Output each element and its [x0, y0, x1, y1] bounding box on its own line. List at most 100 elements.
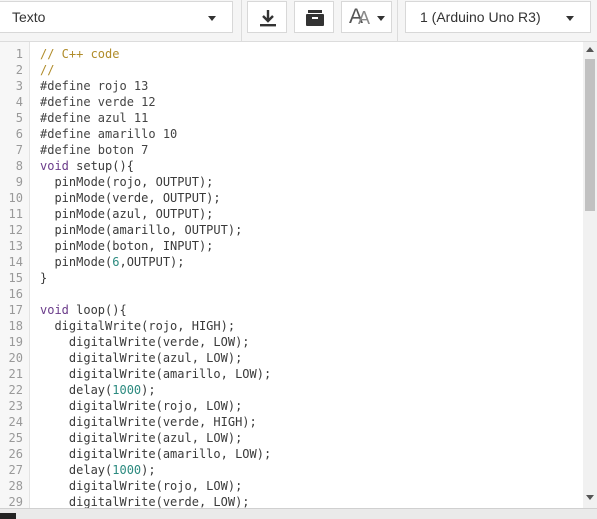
code-mode-select-value: Texto [12, 9, 46, 25]
code-line[interactable]: digitalWrite(amarillo, LOW); [40, 366, 271, 382]
code-line[interactable]: #define amarillo 10 [40, 126, 177, 142]
line-number: 25 [8, 431, 23, 445]
line-number: 11 [8, 207, 23, 221]
code-line[interactable]: digitalWrite(rojo, LOW); [40, 478, 242, 494]
code-line[interactable]: void loop(){ [40, 302, 127, 318]
code-line[interactable]: pinMode(amarillo, OUTPUT); [40, 222, 242, 238]
code-line[interactable]: #define azul 11 [40, 110, 148, 126]
code-token: // [40, 63, 55, 77]
download-button[interactable] [247, 1, 287, 33]
line-number: 19 [8, 335, 23, 349]
line-number: 16 [8, 287, 23, 301]
code-line[interactable]: pinMode(verde, OUTPUT); [40, 190, 221, 206]
line-number: 28 [8, 479, 23, 493]
code-token: pinMode(boton, INPUT); [40, 239, 214, 253]
code-token: digitalWrite(verde, LOW); [40, 335, 250, 349]
line-number: 8 [15, 159, 23, 173]
code-token: pinMode(rojo, OUTPUT); [40, 175, 214, 189]
line-number: 9 [15, 175, 23, 189]
code-line[interactable]: // [40, 62, 54, 78]
chevron-down-icon [566, 16, 574, 21]
code-token: delay( [40, 463, 113, 477]
code-token: #define rojo 13 [40, 79, 149, 93]
line-number: 7 [15, 143, 23, 157]
line-number: 26 [8, 447, 23, 461]
code-line[interactable]: digitalWrite(verde, LOW); [40, 494, 250, 508]
code-token: void [40, 159, 69, 173]
code-mode-select[interactable]: Texto [0, 1, 233, 33]
line-number: 1 [15, 47, 23, 61]
code-token: #define amarillo 10 [40, 127, 178, 141]
code-line[interactable]: digitalWrite(azul, LOW); [40, 430, 242, 446]
library-button[interactable] [294, 1, 334, 33]
line-number: 20 [8, 351, 23, 365]
line-number: 10 [8, 191, 23, 205]
code-token: ); [141, 463, 156, 477]
code-line[interactable]: pinMode(rojo, OUTPUT); [40, 174, 213, 190]
code-token: setup(){ [68, 159, 134, 173]
line-number: 22 [8, 383, 23, 397]
code-token: #define azul 11 [40, 111, 149, 125]
code-line[interactable]: digitalWrite(rojo, HIGH); [40, 318, 235, 334]
code-line[interactable]: delay(1000); [40, 382, 156, 398]
line-number: 18 [8, 319, 23, 333]
code-token: digitalWrite(rojo, LOW); [40, 399, 243, 413]
code-line[interactable]: digitalWrite(verde, HIGH); [40, 414, 257, 430]
code-token: digitalWrite(amarillo, LOW); [40, 447, 272, 461]
code-line[interactable]: digitalWrite(amarillo, LOW); [40, 446, 271, 462]
toolbar-divider [241, 0, 242, 41]
code-line[interactable]: #define boton 7 [40, 142, 148, 158]
scroll-down-icon[interactable] [586, 495, 594, 500]
code-token: digitalWrite(amarillo, LOW); [40, 367, 272, 381]
line-number: 29 [8, 495, 23, 508]
device-select-value: 1 (Arduino Uno R3) [420, 9, 541, 25]
vertical-scrollbar[interactable] [583, 42, 597, 508]
download-icon [260, 10, 276, 27]
chevron-down-icon [208, 16, 216, 21]
scroll-up-icon[interactable] [586, 47, 594, 52]
code-line[interactable]: #define verde 12 [40, 94, 156, 110]
code-editor[interactable]: 1 2 3 4 5 6 7 8 9 10 11 12 13 14 15 16 17 18 19 20 21 22 23 24 2… [0, 42, 597, 508]
line-number: 13 [8, 239, 23, 253]
line-number: 4 [15, 95, 23, 109]
line-number: 24 [8, 415, 23, 429]
code-token: pinMode(verde, OUTPUT); [40, 191, 221, 205]
line-number: 27 [8, 463, 23, 477]
code-token: ,OUTPUT); [119, 255, 185, 269]
code-token: digitalWrite(azul, LOW); [40, 431, 243, 445]
code-token: loop(){ [68, 303, 127, 317]
code-token: digitalWrite(azul, LOW); [40, 351, 243, 365]
line-number: 12 [8, 223, 23, 237]
code-line[interactable]: void setup(){ [40, 158, 134, 174]
chevron-down-icon [377, 16, 385, 21]
code-token: 1000 [112, 463, 142, 477]
scrollbar-thumb[interactable] [585, 59, 595, 211]
serial-monitor-icon [0, 513, 16, 519]
code-line[interactable]: pinMode(boton, INPUT); [40, 238, 213, 254]
code-token: delay( [40, 383, 113, 397]
line-number: 23 [8, 399, 23, 413]
code-line[interactable]: pinMode(azul, OUTPUT); [40, 206, 213, 222]
line-number: 2 [15, 63, 23, 77]
code-token: digitalWrite(verde, HIGH); [40, 415, 257, 429]
code-token: digitalWrite(verde, LOW); [40, 495, 250, 508]
serial-monitor-bar[interactable] [0, 508, 597, 519]
line-number: 21 [8, 367, 23, 381]
code-line[interactable]: } [40, 270, 47, 286]
code-line[interactable]: pinMode(6,OUTPUT); [40, 254, 185, 270]
line-number: 17 [8, 303, 23, 317]
font-size-icon-small: A [358, 8, 371, 28]
font-size-button[interactable]: A A [341, 1, 392, 33]
device-select[interactable]: 1 (Arduino Uno R3) [405, 1, 591, 33]
code-token: } [40, 271, 48, 285]
code-line[interactable]: // C++ code [40, 46, 119, 62]
line-number: 3 [15, 79, 23, 93]
line-number: 5 [15, 111, 23, 125]
code-line[interactable]: #define rojo 13 [40, 78, 148, 94]
toolbar-divider [397, 0, 398, 41]
code-token: pinMode(amarillo, OUTPUT); [40, 223, 243, 237]
code-line[interactable]: digitalWrite(rojo, LOW); [40, 398, 242, 414]
code-line[interactable]: digitalWrite(azul, LOW); [40, 350, 242, 366]
code-line[interactable]: delay(1000); [40, 462, 156, 478]
code-line[interactable]: digitalWrite(verde, LOW); [40, 334, 250, 350]
